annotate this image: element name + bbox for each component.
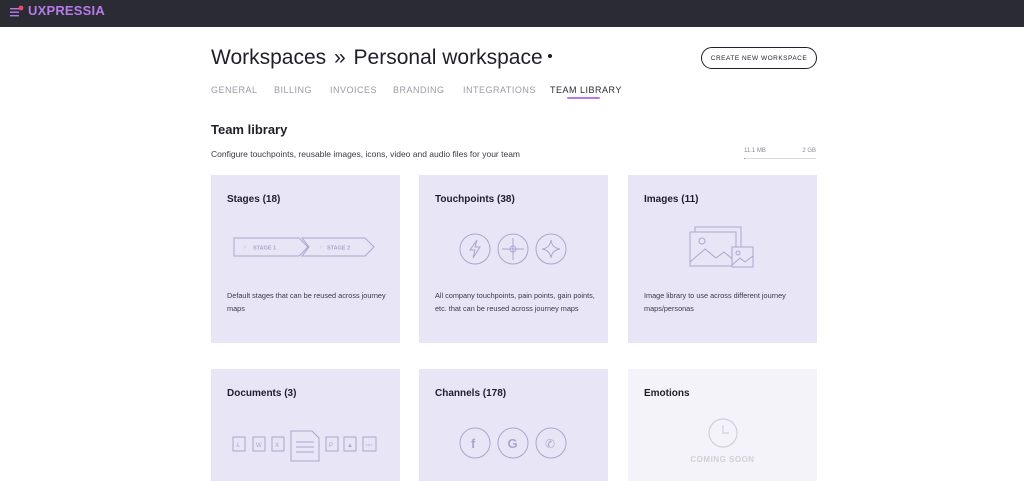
svg-text:✆: ✆ — [545, 437, 555, 451]
card-emotions: Emotions COMING SOON — [628, 369, 817, 481]
storage-bar — [744, 158, 816, 159]
sparkle-icon — [535, 233, 567, 265]
storage-total: 2 GB — [802, 148, 816, 154]
svg-text:G: G — [508, 436, 518, 451]
menu-icon[interactable] — [10, 5, 24, 19]
pdf-doc-icon: ⅄ — [235, 442, 240, 449]
tab-general[interactable]: GENERAL — [211, 85, 258, 95]
svg-text:f: f — [471, 436, 476, 451]
clock-icon — [708, 418, 738, 448]
svg-text:⁝: ⁝ — [320, 246, 322, 252]
tab-branding[interactable]: BRANDING — [393, 85, 445, 95]
card-title: Touchpoints (38) — [435, 194, 515, 205]
card-channels[interactable]: Channels (178) f G ✆ — [419, 369, 608, 481]
tab-team-library[interactable]: TEAM LIBRARY — [550, 85, 622, 95]
stage-1-label: STAGE 1 — [253, 246, 276, 252]
section-title: Team library — [211, 122, 288, 137]
storage-bar-fill — [744, 158, 745, 159]
documents-illustration: ⅄ W X P ▲ TXT — [232, 430, 377, 462]
active-tab-indicator — [567, 97, 600, 99]
card-description: Default stages that can be reused across… — [227, 291, 386, 313]
excel-doc-label: X — [275, 443, 279, 449]
create-new-workspace-button[interactable]: CREATE NEW WORKSPACE — [701, 47, 817, 69]
card-description: Image library to use across different jo… — [644, 291, 786, 313]
top-bar: UXPRESSIA — [0, 0, 1024, 27]
page-title: Workspaces » Personal workspace — [211, 46, 552, 70]
card-description: All company touchpoints, pain points, ga… — [435, 291, 595, 313]
txt-doc-label: TXT — [365, 443, 373, 448]
card-title: Stages (18) — [227, 194, 281, 205]
tab-billing[interactable]: BILLING — [274, 85, 312, 95]
channels-illustration: f G ✆ — [459, 427, 567, 459]
section-description: Configure touchpoints, reusable images, … — [211, 149, 521, 159]
svg-text:⁝: ⁝ — [244, 246, 246, 252]
lightning-icon — [459, 233, 491, 265]
tab-integrations[interactable]: INTEGRATIONS — [463, 85, 536, 95]
card-documents[interactable]: Documents (3) ⅄ W X P ▲ TXT — [211, 369, 400, 481]
card-title: Images (11) — [644, 194, 699, 205]
coming-soon-label: COMING SOON — [690, 455, 755, 464]
storage-used: 11.1 MB — [744, 148, 766, 154]
stages-illustration: ⁝ ⁝ STAGE 1 STAGE 2 — [233, 237, 375, 257]
image-doc-icon: ▲ — [347, 443, 353, 449]
card-images[interactable]: Images (11) Image library to use across … — [628, 175, 817, 343]
card-stages[interactable]: Stages (18) ⁝ ⁝ STAGE 1 STAGE 2 Default … — [211, 175, 400, 343]
powerpoint-doc-label: P — [329, 443, 333, 449]
workspace-name[interactable]: Personal workspace — [354, 46, 543, 69]
word-doc-label: W — [256, 443, 262, 449]
stage-2-label: STAGE 2 — [327, 246, 350, 252]
workspace-dropdown-icon[interactable] — [547, 54, 552, 59]
breadcrumb-separator: » — [334, 46, 346, 69]
touchpoints-illustration — [459, 233, 567, 265]
card-touchpoints[interactable]: Touchpoints (38) All company touchpoints… — [419, 175, 608, 343]
card-title: Channels (178) — [435, 388, 507, 399]
card-title: Documents (3) — [227, 388, 297, 399]
breadcrumb-workspaces[interactable]: Workspaces — [211, 46, 326, 69]
images-illustration — [689, 226, 754, 268]
app-logo[interactable]: UXPRESSIA — [28, 3, 105, 18]
card-title: Emotions — [644, 388, 690, 399]
tab-invoices[interactable]: INVOICES — [330, 85, 377, 95]
